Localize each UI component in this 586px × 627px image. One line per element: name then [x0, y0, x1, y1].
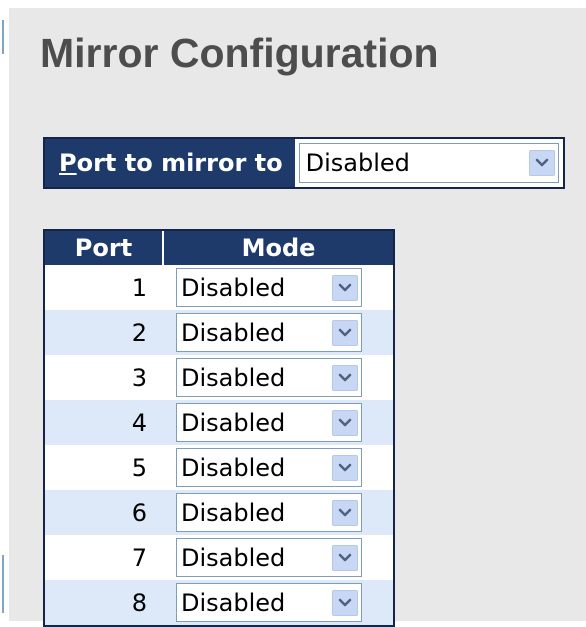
chevron-down-icon[interactable] [332, 499, 358, 526]
mode-select-value: Disabled [181, 588, 286, 617]
mode-select[interactable]: Disabled [176, 583, 362, 622]
chevron-down-icon[interactable] [332, 364, 358, 391]
mode-select-value: Disabled [181, 273, 286, 302]
mode-select-value: Disabled [181, 318, 286, 347]
mode-select[interactable]: Disabled [176, 403, 362, 442]
page-title: Mirror Configuration [40, 30, 439, 76]
table-row: 6 Disabled [45, 490, 393, 535]
frame-divider-mark [2, 555, 4, 613]
mirror-port-select-value: Disabled [305, 149, 410, 177]
mode-select[interactable]: Disabled [176, 313, 362, 352]
mode-select-value: Disabled [181, 408, 286, 437]
table-row: 7 Disabled [45, 535, 393, 580]
column-header-mode: Mode [241, 234, 316, 262]
mode-select[interactable]: Disabled [176, 358, 362, 397]
mode-select-value: Disabled [181, 363, 286, 392]
mirror-port-label-text: ort to mirror to [76, 149, 283, 177]
chevron-down-icon[interactable] [332, 454, 358, 481]
table-row: 8 Disabled [45, 580, 393, 625]
table-row: 1 Disabled [45, 265, 393, 310]
port-number: 7 [131, 543, 147, 572]
mode-cell: Disabled [162, 400, 393, 445]
mode-cell: Disabled [162, 535, 393, 580]
chevron-down-icon[interactable] [332, 319, 358, 346]
mode-select[interactable]: Disabled [176, 493, 362, 532]
table-row: 5 Disabled [45, 445, 393, 490]
table-row: 3 Disabled [45, 355, 393, 400]
chevron-down-icon[interactable] [332, 544, 358, 571]
mirror-port-label-accesskey: P [59, 149, 77, 177]
port-number: 4 [131, 408, 147, 437]
chevron-down-icon[interactable] [529, 150, 555, 176]
mode-cell: Disabled [162, 310, 393, 355]
mode-select[interactable]: Disabled [176, 538, 362, 577]
port-number: 3 [131, 363, 147, 392]
table-row: 4 Disabled [45, 400, 393, 445]
chevron-down-icon[interactable] [332, 409, 358, 436]
port-mode-table: Port Mode 1 Disabled 2 Disabled 3 Disabled 4 Di… [43, 229, 395, 627]
port-number: 2 [131, 318, 147, 347]
mode-select[interactable]: Disabled [176, 448, 362, 487]
frame-left-strip [0, 0, 9, 621]
chevron-down-icon[interactable] [332, 589, 358, 616]
column-header-port: Port [45, 231, 164, 265]
port-number: 5 [131, 453, 147, 482]
mode-cell: Disabled [162, 445, 393, 490]
frame-divider-mark [2, 20, 4, 54]
chevron-down-icon[interactable] [332, 274, 358, 301]
table-row: 2 Disabled [45, 310, 393, 355]
mirror-select-cell: Disabled [294, 139, 563, 187]
mode-cell: Disabled [162, 265, 393, 310]
mode-select-value: Disabled [181, 543, 286, 572]
mode-select[interactable]: Disabled [176, 268, 362, 307]
mirror-port-selector: Port to mirror to Disabled [43, 137, 565, 189]
mode-cell: Disabled [162, 355, 393, 400]
mode-select-value: Disabled [181, 498, 286, 527]
port-number: 6 [131, 498, 147, 527]
table-header: Port Mode [45, 231, 393, 265]
port-number: 1 [131, 273, 147, 302]
port-number: 8 [131, 588, 147, 617]
mode-select-value: Disabled [181, 453, 286, 482]
mirror-port-label: Port to mirror to [45, 139, 295, 187]
mirror-port-select[interactable]: Disabled [298, 143, 559, 183]
content-area: Mirror Configuration Port to mirror to D… [9, 8, 586, 627]
mode-cell: Disabled [162, 490, 393, 535]
mode-cell: Disabled [162, 580, 393, 625]
